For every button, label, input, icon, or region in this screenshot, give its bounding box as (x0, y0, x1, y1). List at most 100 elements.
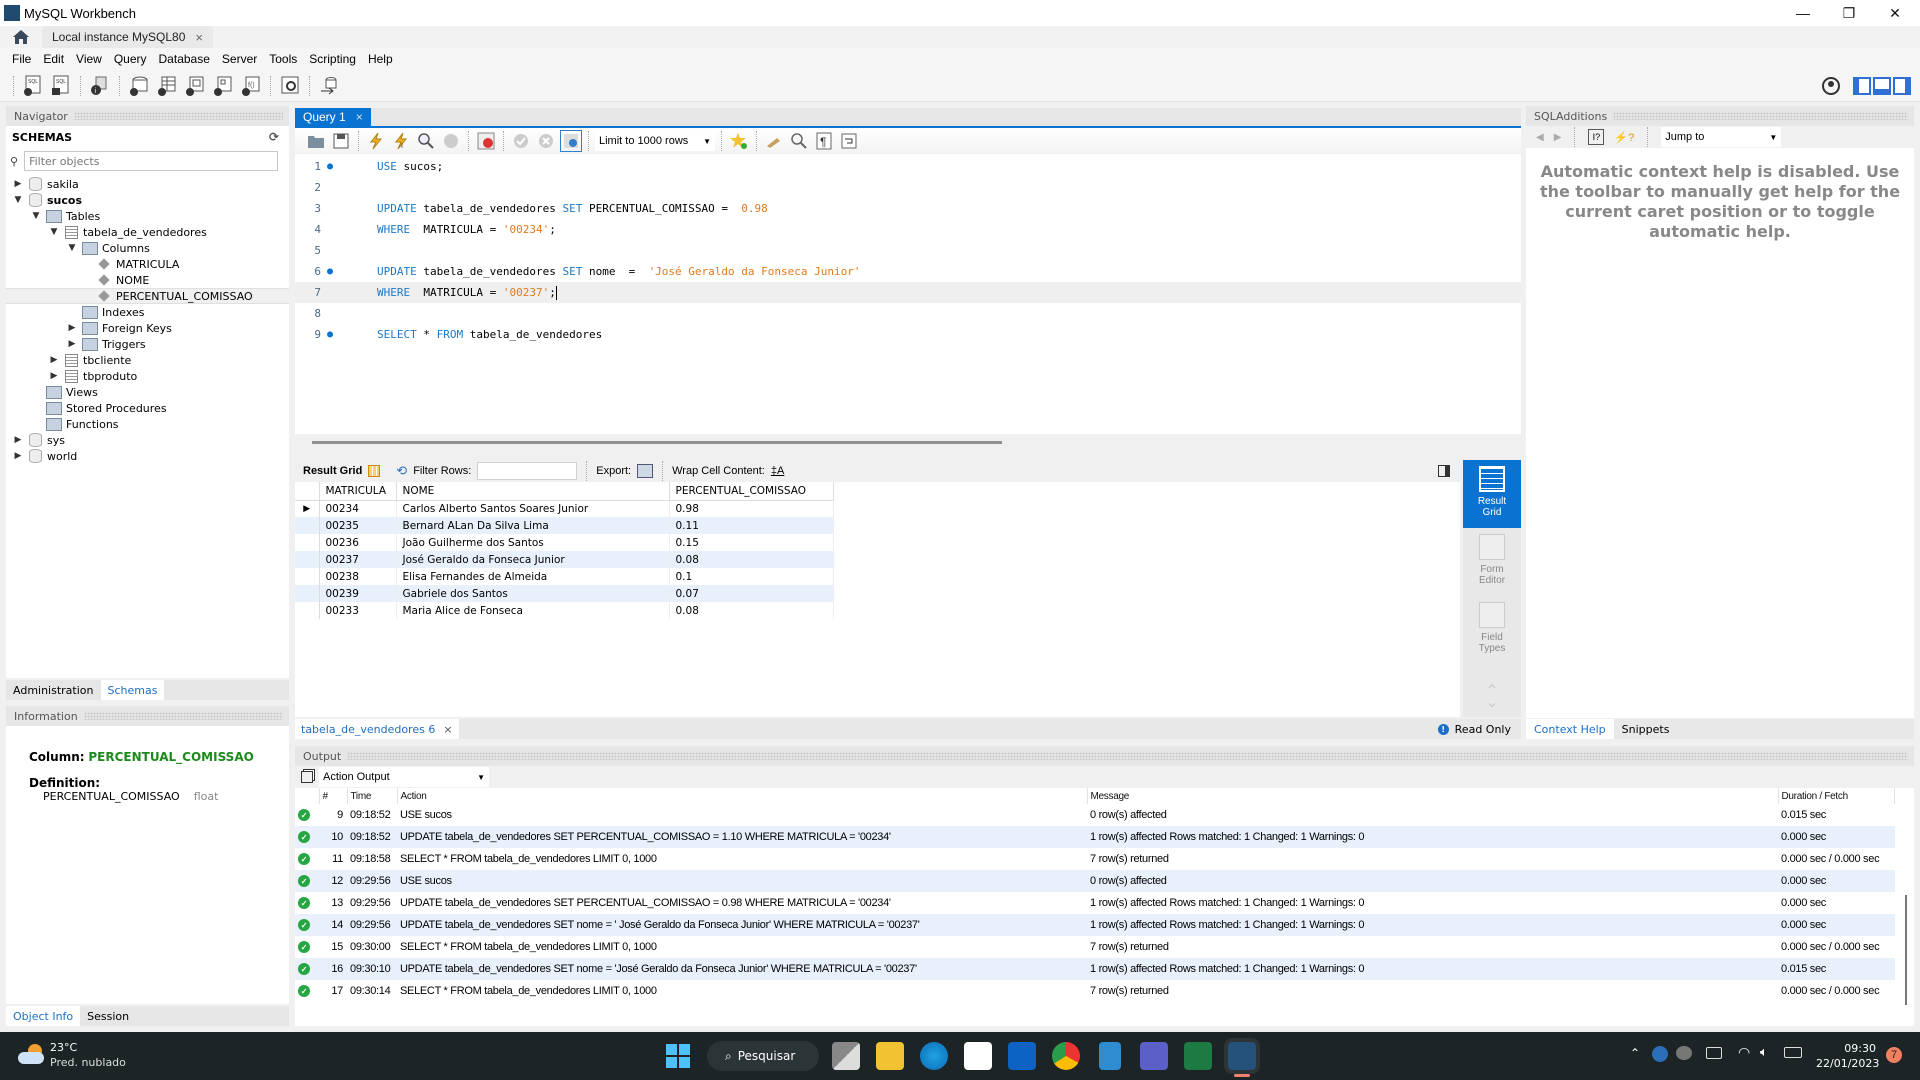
refresh-icon[interactable]: ⟲ (396, 463, 407, 479)
toggle-secondary-sidebar-icon[interactable] (1893, 77, 1911, 95)
table-row[interactable]: 00236 João Guilherme dos Santos 0.15 (295, 534, 834, 551)
inspector-icon[interactable]: i (88, 74, 112, 98)
tree-item[interactable]: ▼ Tables (6, 208, 289, 224)
scroll-panels-icon[interactable]: ⌃ ⌄ (1463, 684, 1521, 711)
edge-icon[interactable] (920, 1042, 948, 1070)
table-cell[interactable]: 00235 (319, 517, 397, 534)
table-cell[interactable]: 0.11 (669, 517, 834, 534)
search-button[interactable]: ⌕ Pesquisar (707, 1041, 819, 1071)
stop-icon[interactable] (440, 130, 462, 152)
table-row[interactable]: 00237 José Geraldo da Fonseca Junior 0.08 (295, 551, 834, 568)
table-cell[interactable]: 0.1 (669, 568, 834, 585)
tree-item[interactable]: ▶ tbproduto (6, 368, 289, 384)
menu-query[interactable]: Query (108, 52, 153, 66)
rollback-icon[interactable] (535, 130, 557, 152)
table-row[interactable]: 00238 Elisa Fernandes de Almeida 0.1 (295, 568, 834, 585)
commit-icon[interactable] (510, 130, 532, 152)
tree-item[interactable]: ▶ tbcliente (6, 352, 289, 368)
search-table-data-icon[interactable] (278, 74, 302, 98)
notification-badge[interactable]: 7 (1886, 1047, 1902, 1063)
editor-line[interactable]: 8 (295, 303, 1521, 324)
menu-help[interactable]: Help (362, 52, 399, 66)
menu-scripting[interactable]: Scripting (303, 52, 362, 66)
table-cell[interactable]: Gabriele dos Santos (396, 585, 670, 602)
field-types-button[interactable]: Field Types (1463, 602, 1521, 666)
editor-line[interactable]: 2 (295, 177, 1521, 198)
grid-toggle-icon[interactable] (368, 465, 381, 477)
menu-view[interactable]: View (70, 52, 108, 66)
menu-edit[interactable]: Edit (37, 52, 70, 66)
tree-item[interactable]: MATRICULA (6, 256, 289, 272)
collapse-arrow-icon[interactable]: ▶ (12, 179, 24, 189)
column-header-matricula[interactable]: MATRICULA (319, 482, 397, 501)
expand-arrow-icon[interactable]: ▼ (12, 195, 24, 205)
table-cell[interactable]: Elisa Fernandes de Almeida (396, 568, 670, 585)
output-row[interactable]: ✓ 14 09:29:56 UPDATE tabela_de_vendedores S… (295, 914, 1895, 936)
home-tab[interactable] (6, 26, 36, 48)
table-cell[interactable]: 0.08 (669, 551, 834, 568)
manual-help-icon[interactable]: I? (1588, 129, 1605, 145)
toggle-sidebar-icon[interactable] (1853, 77, 1871, 95)
table-cell[interactable]: 0.98 (669, 500, 834, 517)
table-cell[interactable]: 0.15 (669, 534, 834, 551)
wrap-cell-icon[interactable]: ‡A (771, 465, 784, 477)
teams-icon[interactable] (1140, 1042, 1168, 1070)
collapse-arrow-icon[interactable]: ▶ (48, 355, 60, 365)
table-cell[interactable]: 00239 (319, 585, 397, 602)
steam-icon[interactable] (1652, 1046, 1668, 1062)
reconnect-icon[interactable] (317, 74, 341, 98)
invisible-chars-icon[interactable]: ¶ (813, 130, 835, 152)
sql-editor[interactable]: 1 ● USE sucos; 2 3 UPDATE tabela_de_vendedore… (295, 154, 1521, 434)
form-editor-button[interactable]: Form Editor (1463, 534, 1521, 598)
table-row[interactable]: 00235 Bernard ALan Da Silva Lima 0.11 (295, 517, 834, 534)
table-cell[interactable]: Maria Alice de Fonseca (396, 602, 670, 619)
output-row[interactable]: ✓ 13 09:29:56 UPDATE tabela_de_vendedores S… (295, 892, 1895, 914)
minimize-button[interactable]: — (1780, 0, 1826, 26)
close-query-tab-icon[interactable]: × (356, 110, 363, 124)
collapse-arrow-icon[interactable]: ▶ (12, 435, 24, 445)
menu-file[interactable]: File (6, 52, 37, 66)
start-button[interactable] (666, 1044, 690, 1068)
tab-administration[interactable]: Administration (6, 680, 101, 700)
add-snippet-icon[interactable] (728, 130, 750, 152)
open-file-icon[interactable] (305, 130, 327, 152)
create-view-icon[interactable] (183, 74, 207, 98)
open-sql-script-icon[interactable]: SQL (49, 74, 73, 98)
collapse-arrow-icon[interactable]: ▶ (66, 339, 78, 349)
onedrive-error-icon[interactable] (1676, 1046, 1692, 1060)
editor-line[interactable]: 7 WHERE MATRICULA = '00237'; (295, 282, 1521, 303)
output-row[interactable]: ✓ 9 09:18:52 USE sucos 0 row(s) affected 0.01… (295, 804, 1895, 826)
message-column-header[interactable]: Message (1087, 788, 1779, 804)
battery-icon[interactable] (1784, 1047, 1802, 1058)
refresh-schemas-icon[interactable]: ⟳ (269, 130, 279, 144)
output-row[interactable]: ✓ 12 09:29:56 USE sucos 0 row(s) affected 0.0… (295, 870, 1895, 892)
output-type-select[interactable]: Action Output ▼ (319, 767, 489, 787)
tree-item[interactable]: ▶ sys (6, 432, 289, 448)
tree-item[interactable]: Indexes (6, 304, 289, 320)
beautify-icon[interactable] (763, 130, 785, 152)
close-tab-icon[interactable]: × (195, 30, 203, 45)
show-hidden-icons[interactable]: ⌃ (1630, 1046, 1640, 1060)
back-icon[interactable]: ◀ (1536, 132, 1544, 143)
collapse-arrow-icon[interactable]: ▶ (12, 451, 24, 461)
create-schema-icon[interactable] (127, 74, 151, 98)
column-header-percentual[interactable]: PERCENTUAL_COMISSAO (669, 482, 834, 501)
jump-to-select[interactable]: Jump to ▼ (1661, 127, 1782, 147)
preferences-icon[interactable] (1821, 76, 1841, 99)
create-function-icon[interactable]: f() (239, 74, 263, 98)
output-row[interactable]: ✓ 16 09:30:10 UPDATE tabela_de_vendedores S… (295, 958, 1895, 980)
editor-line[interactable]: 5 (295, 240, 1521, 261)
auto-help-icon[interactable]: ⚡? (1614, 131, 1634, 144)
close-button[interactable]: ✕ (1872, 0, 1918, 26)
table-cell[interactable]: João Guilherme dos Santos (396, 534, 670, 551)
file-explorer-icon[interactable] (876, 1042, 904, 1070)
weather-widget[interactable]: 23°C Pred. nublado (50, 1040, 126, 1070)
autocommit-toggle-icon[interactable] (560, 130, 582, 152)
editor-line[interactable]: 6 ● UPDATE tabela_de_vendedores SET nome =… (295, 261, 1521, 282)
number-column-header[interactable]: # (319, 788, 348, 804)
table-cell[interactable]: 00236 (319, 534, 397, 551)
table-cell[interactable]: 0.08 (669, 602, 834, 619)
menu-tools[interactable]: Tools (263, 52, 303, 66)
word-wrap-icon[interactable] (838, 130, 860, 152)
task-view-icon[interactable] (832, 1042, 860, 1070)
